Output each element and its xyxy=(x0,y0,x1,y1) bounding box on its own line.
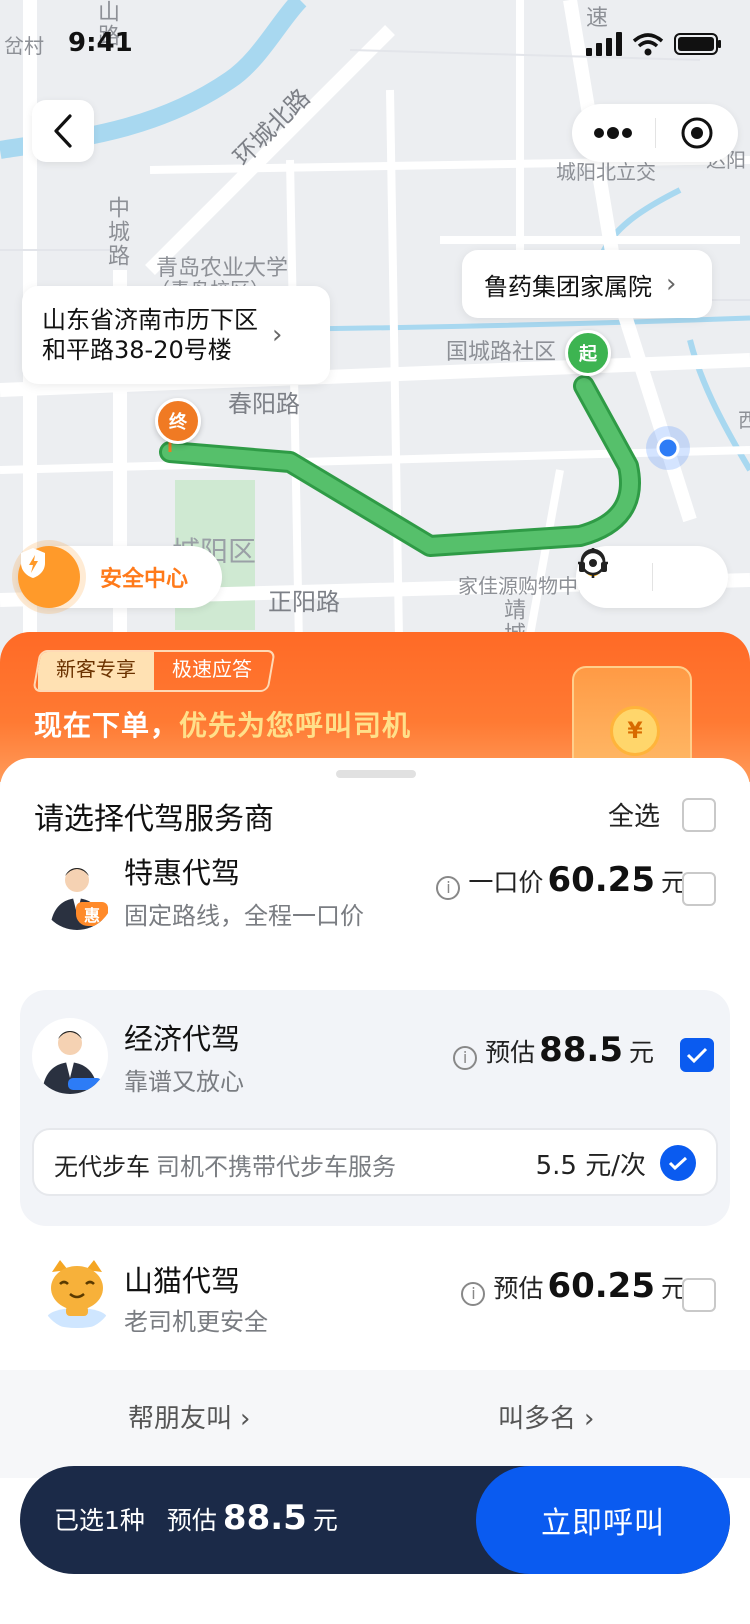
battery-icon xyxy=(674,33,721,55)
estimate-price: 88.5 xyxy=(222,1498,307,1538)
chevron-right-icon: › xyxy=(272,320,283,350)
close-mini-program-icon[interactable] xyxy=(656,104,739,162)
estimate-label: 预估 xyxy=(166,1506,217,1535)
price-prefix: 预估 xyxy=(485,1038,536,1067)
provider-checkbox[interactable] xyxy=(682,1278,716,1312)
provider-desc: 靠谱又放心 xyxy=(124,1068,244,1096)
price-value: 88.5 xyxy=(539,1030,623,1070)
back-button[interactable] xyxy=(32,100,94,162)
estimate-unit: 元 xyxy=(312,1506,338,1535)
map-label-road: 速 xyxy=(586,6,609,31)
price-prefix: 一口价 xyxy=(468,868,544,897)
route-end-pin: 终 xyxy=(155,398,201,444)
driver-avatar xyxy=(32,1018,108,1094)
chevron-right-icon: › xyxy=(584,1404,595,1434)
map-tools xyxy=(576,546,728,608)
promo-title-a: 现在下单， xyxy=(34,709,180,742)
addon-label: 无代步车 xyxy=(54,1153,150,1181)
promo-tags: 新客专享 极速应答 xyxy=(32,650,276,692)
price-value: 60.25 xyxy=(547,1266,655,1306)
cellular-signal-icon xyxy=(586,32,622,56)
drag-handle[interactable] xyxy=(336,770,416,778)
provider-row-shanmao[interactable]: 山猫代驾 老司机更安全 i 预估 60.25 元 xyxy=(0,1256,750,1366)
price-unit: 元 xyxy=(628,1038,654,1067)
origin-label: 鲁药集团家属院 xyxy=(484,272,652,301)
map-label-poi: 国城路社区 xyxy=(446,340,557,365)
provider-price: i 预估 60.25 元 xyxy=(461,1266,686,1306)
route-start-pin: 起 xyxy=(565,330,611,376)
provider-price: i 预估 88.5 元 xyxy=(453,1030,654,1070)
wifi-icon xyxy=(632,33,664,56)
call-multiple-link[interactable]: 叫多名 › xyxy=(498,1398,594,1435)
cat-mascot-icon xyxy=(40,1256,114,1330)
order-bar: 已选1种 预估 88.5 元 立即呼叫 xyxy=(20,1466,730,1574)
select-all[interactable]: 全选 xyxy=(608,796,716,833)
check-icon xyxy=(686,1047,708,1063)
mini-program-capsule xyxy=(572,104,738,162)
chevron-left-icon xyxy=(54,114,72,148)
addon-radio-checked[interactable] xyxy=(660,1145,696,1181)
coin-icon: ¥ xyxy=(610,706,660,756)
call-now-button[interactable]: 立即呼叫 xyxy=(476,1466,730,1574)
check-icon xyxy=(668,1156,688,1170)
price-value: 60.25 xyxy=(547,860,655,900)
provider-name: 特惠代驾 xyxy=(124,856,241,890)
driver-avatar: 惠 xyxy=(40,856,114,930)
destination-bubble[interactable]: 山东省济南市历下区 和平路38-20号楼 › xyxy=(22,286,330,384)
map-label-road: 春阳路 xyxy=(228,390,300,418)
provider-name: 经济代驾 xyxy=(124,1022,241,1056)
origin-bubble[interactable]: 鲁药集团家属院 › xyxy=(462,250,712,318)
chevron-right-icon: › xyxy=(666,269,677,299)
link-label: 叫多名 xyxy=(498,1404,577,1434)
select-all-checkbox[interactable] xyxy=(682,797,716,832)
addon-price: 5.5 元/次 xyxy=(535,1151,646,1181)
call-for-friend-link[interactable]: 帮朋友叫 › xyxy=(128,1398,250,1435)
promo-title-b: 优先为您呼叫司机 xyxy=(179,709,412,742)
provider-desc: 老司机更安全 xyxy=(124,1308,268,1336)
provider-desc: 固定路线，全程一口价 xyxy=(124,902,364,930)
provider-checkbox[interactable] xyxy=(682,872,716,906)
destination-line1: 山东省济南市历下区 xyxy=(42,306,258,334)
tag-fast-response: 极速应答 xyxy=(172,657,252,681)
status-time: 9:41 xyxy=(68,28,133,58)
safety-center-button[interactable]: 安全中心 xyxy=(18,546,222,608)
addon-text: 无代步车 司机不携带代步车服务 xyxy=(54,1147,396,1182)
provider-row-tehui[interactable]: 惠 特惠代驾 固定路线，全程一口价 i 一口价 60.25 元 xyxy=(0,850,750,970)
provider-card-jingji[interactable]: 经济代驾 靠谱又放心 i 预估 88.5 元 无代步车 司机不携带代步车服务 5.… xyxy=(20,990,730,1226)
link-label: 帮朋友叫 xyxy=(128,1404,233,1434)
addon-desc: 司机不携带代步车服务 xyxy=(156,1153,396,1181)
provider-name: 山猫代驾 xyxy=(124,1264,241,1298)
provider-price: i 一口价 60.25 元 xyxy=(436,860,686,900)
map-label-poi: 岔村 xyxy=(4,34,44,58)
order-summary: 已选1种 预估 88.5 元 xyxy=(54,1498,338,1538)
discount-badge: 惠 xyxy=(76,902,108,926)
selected-count: 已选1种 xyxy=(54,1506,145,1535)
status-icons xyxy=(586,32,722,56)
destination-line2: 和平路38-20号楼 xyxy=(42,336,232,364)
map-label-road: 中城路 xyxy=(104,196,129,268)
info-icon[interactable]: i xyxy=(436,875,461,900)
select-all-label: 全选 xyxy=(607,802,660,832)
chevron-right-icon: › xyxy=(240,1404,251,1434)
sheet-title: 请选择代驾服务商 xyxy=(34,802,274,837)
shield-icon xyxy=(18,546,80,608)
safety-center-label: 安全中心 xyxy=(100,567,189,592)
price-prefix: 预估 xyxy=(493,1274,544,1303)
provider-checkbox-checked[interactable] xyxy=(680,1038,714,1072)
map-label-poi: 西 xyxy=(738,408,750,432)
more-icon[interactable] xyxy=(572,104,655,162)
map-label-road: 正阳路 xyxy=(268,588,340,616)
addon-option[interactable]: 无代步车 司机不携带代步车服务 5.5 元/次 xyxy=(32,1128,718,1196)
info-icon[interactable]: i xyxy=(461,1281,486,1306)
tag-new-customer: 新客专享 xyxy=(38,652,154,690)
info-icon[interactable]: i xyxy=(453,1045,478,1070)
extra-links: 帮朋友叫 › 叫多名 › xyxy=(0,1370,750,1478)
promo-title: 现在下单，优先为您呼叫司机 xyxy=(34,704,411,744)
